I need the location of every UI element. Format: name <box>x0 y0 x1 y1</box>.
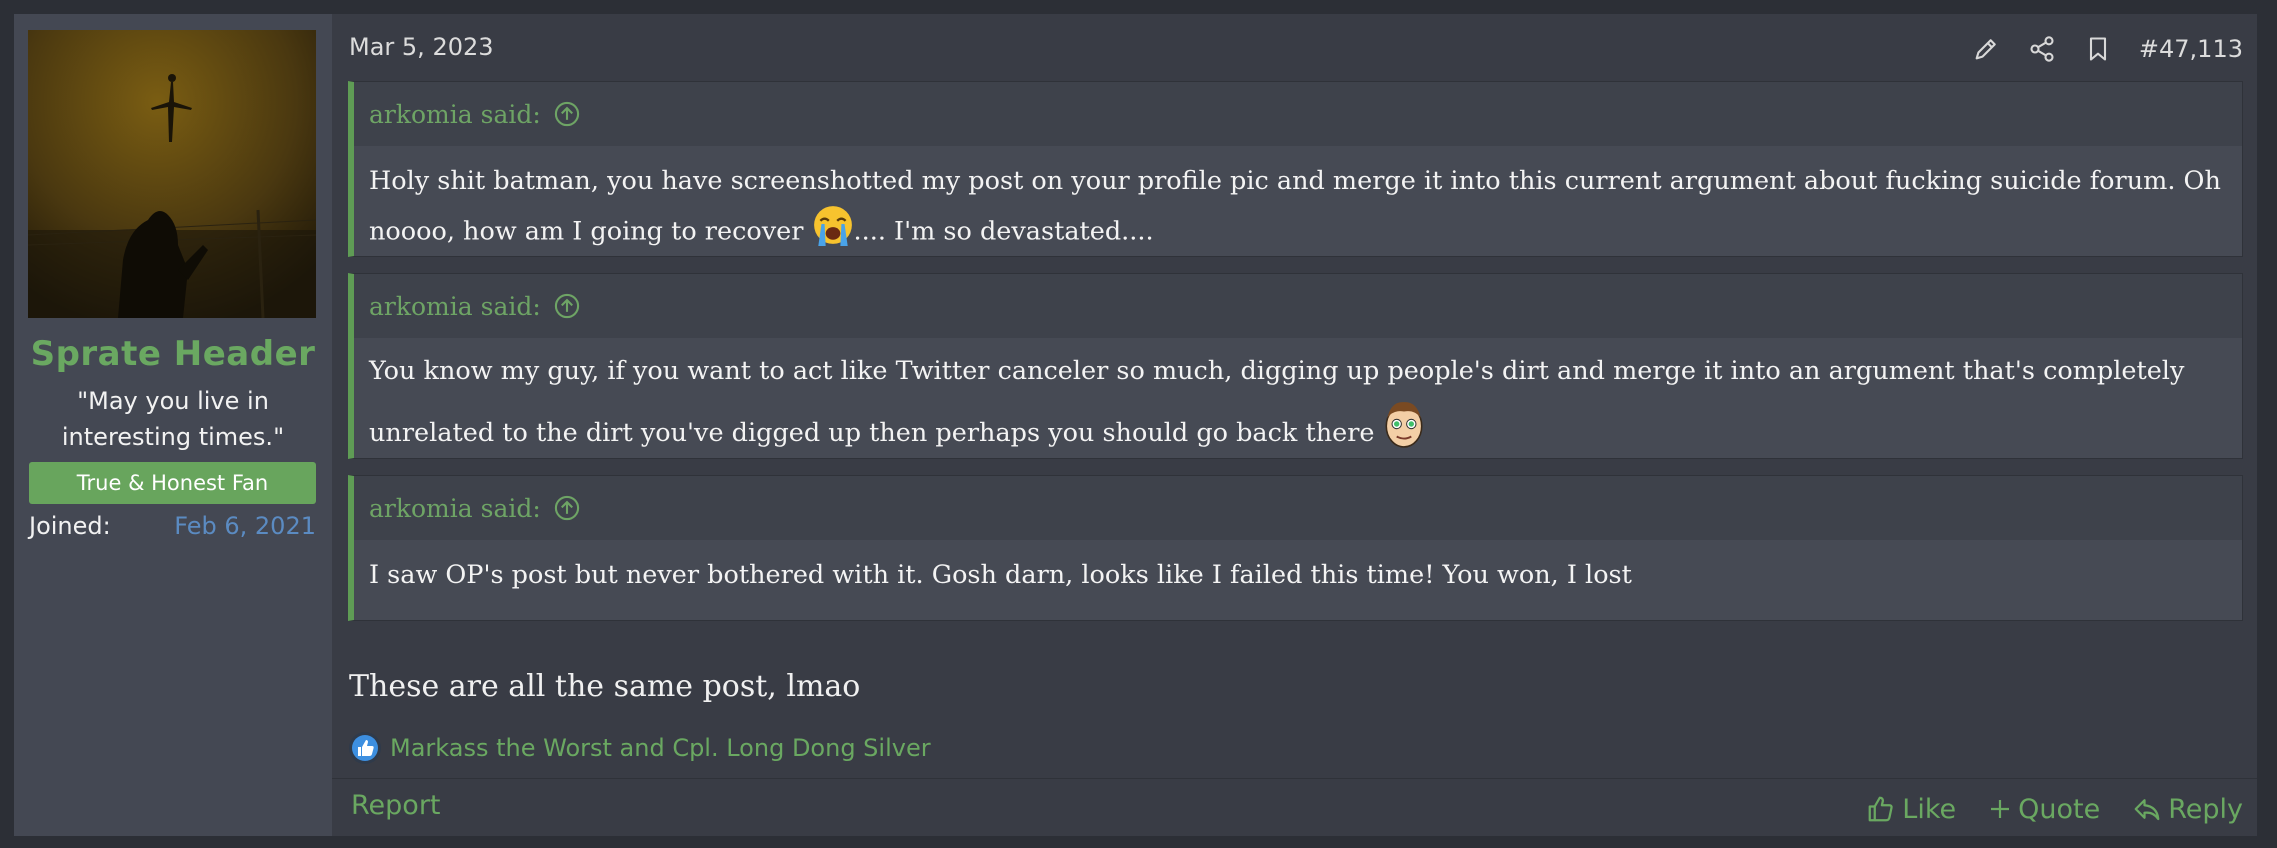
report-link[interactable]: Report <box>351 790 441 821</box>
like-label: Like <box>1902 793 1957 825</box>
reaction-users-link[interactable]: Markass the Worst and Cpl. Long Dong Sil… <box>390 734 931 762</box>
thumbs-up-icon <box>1868 796 1893 822</box>
plus-icon <box>1991 800 2010 818</box>
user-banner: True & Honest Fan <box>29 462 316 504</box>
quote-text: I saw OP's post but never bothered with … <box>369 560 1632 590</box>
reply-button[interactable]: Reply <box>2132 794 2243 825</box>
avatar[interactable] <box>28 30 316 318</box>
post-main: Mar 5, 2023 #47,113 arkomia said: Holy s… <box>332 14 2257 836</box>
post-message: These are all the same post, lmao <box>349 669 861 704</box>
footer-divider <box>332 778 2257 779</box>
crying-face-emoji-icon <box>812 204 854 261</box>
jump-up-icon[interactable] <box>553 494 581 522</box>
quote-text: Holy shit batman, you have screenshotted… <box>369 166 2221 247</box>
jump-up-icon[interactable] <box>553 292 581 320</box>
post-footer-actions: Like Quote Reply <box>1834 788 2243 830</box>
quote-attribution[interactable]: arkomia said: <box>369 494 541 523</box>
quote-button[interactable]: Quote <box>1988 794 2100 825</box>
quote-header: arkomia said: <box>354 82 2242 146</box>
username[interactable]: Sprate Header <box>14 334 332 374</box>
reactions-bar: Markass the Worst and Cpl. Long Dong Sil… <box>348 728 931 768</box>
quote-content: I saw OP's post but never bothered with … <box>354 540 2242 620</box>
quote-block: arkomia said: You know my guy, if you wa… <box>348 273 2243 459</box>
quote-content: You know my guy, if you want to act like… <box>354 338 2242 458</box>
quote-block: arkomia said: I saw OP's post but never … <box>348 475 2243 621</box>
jump-up-icon[interactable] <box>553 100 581 128</box>
joined-label: Joined: <box>29 512 111 540</box>
share-icon[interactable] <box>2025 32 2059 66</box>
avatar-image <box>28 30 316 318</box>
post-date[interactable]: Mar 5, 2023 <box>349 33 494 61</box>
quote-block: arkomia said: Holy shit batman, you have… <box>348 81 2243 257</box>
quote-text-tail: .... I'm so devastated.... <box>853 216 1154 247</box>
post-number-link[interactable]: #47,113 <box>2139 35 2243 63</box>
quote-label: Quote <box>2018 793 2101 825</box>
quote-attribution[interactable]: arkomia said: <box>369 100 541 129</box>
edit-pencil-icon[interactable] <box>1969 32 2003 66</box>
quote-attribution[interactable]: arkomia said: <box>369 292 541 321</box>
quote-content: Holy shit batman, you have screenshotted… <box>354 146 2242 256</box>
bookmark-icon[interactable] <box>2081 32 2115 66</box>
reply-label: Reply <box>2168 793 2243 825</box>
post-header-actions: #47,113 <box>1947 31 2243 67</box>
like-button[interactable]: Like <box>1866 794 1956 825</box>
like-reaction-icon <box>348 731 382 765</box>
quote-text: You know my guy, if you want to act like… <box>369 356 2185 448</box>
user-info-column: Sprate Header "May you live in interesti… <box>14 14 332 836</box>
user-title: "May you live in interesting times." <box>61 387 285 451</box>
forum-post: Sprate Header "May you live in interesti… <box>14 14 2257 836</box>
reply-arrow-icon <box>2134 799 2160 821</box>
quote-header: arkomia said: <box>354 274 2242 338</box>
cartoon-face-emoji-icon <box>1383 399 1425 469</box>
quote-header: arkomia said: <box>354 476 2242 540</box>
joined-date: Feb 6, 2021 <box>174 512 316 540</box>
